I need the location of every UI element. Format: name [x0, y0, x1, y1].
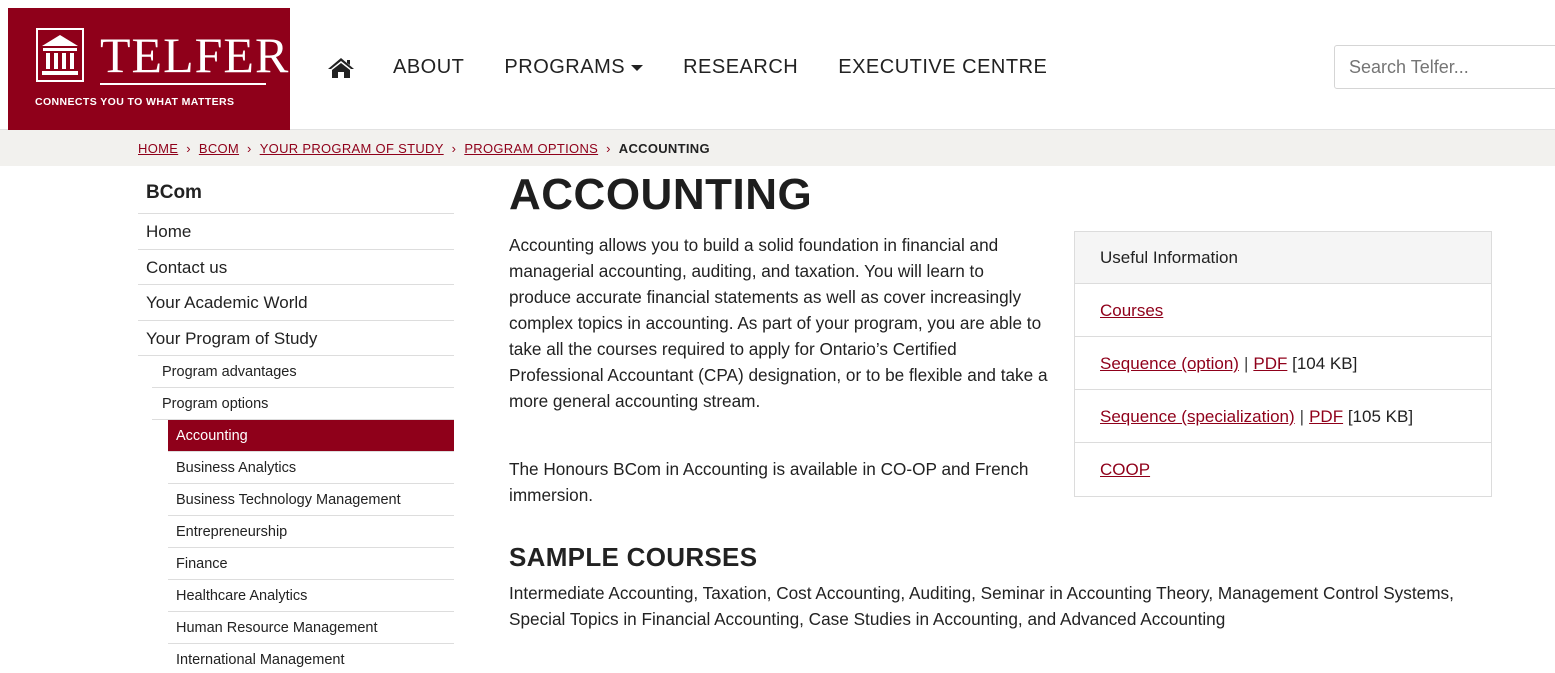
- breadcrumb-home[interactable]: HOME: [138, 141, 178, 156]
- sidebar-item-accounting[interactable]: Accounting: [168, 420, 454, 452]
- nav-about[interactable]: ABOUT: [393, 56, 464, 79]
- sidebar-item-business-analytics[interactable]: Business Analytics: [168, 452, 454, 484]
- telfer-logo[interactable]: TELFER CONNECTS YOU TO WHAT MATTERS: [8, 8, 290, 130]
- sequence-specialization-size: [105 KB]: [1347, 407, 1414, 426]
- sidebar-item-human-resource-management[interactable]: Human Resource Management: [168, 612, 454, 644]
- sidebar-item-contact-us[interactable]: Contact us: [138, 250, 454, 285]
- info-row-courses: Courses: [1075, 284, 1491, 337]
- home-icon[interactable]: [327, 57, 355, 79]
- breadcrumb-bcom[interactable]: BCOM: [199, 141, 239, 156]
- breadcrumb-separator: ›: [186, 140, 191, 156]
- site-header: TELFER CONNECTS YOU TO WHAT MATTERS ABOU…: [0, 0, 1555, 130]
- sidebar-item-academic-world[interactable]: Your Academic World: [138, 285, 454, 321]
- breadcrumb-separator: ›: [247, 140, 252, 156]
- sidebar: BCom Home Contact us Your Academic World…: [138, 176, 454, 673]
- breadcrumb-separator: ›: [451, 140, 457, 156]
- sidebar-item-home[interactable]: Home: [138, 214, 454, 250]
- breadcrumb-program-of-study[interactable]: YOUR PROGRAM OF STUDY: [260, 141, 444, 156]
- logo-divider: [100, 83, 266, 85]
- breadcrumb-program-options[interactable]: PROGRAM OPTIONS: [464, 141, 598, 156]
- info-separator: |: [1299, 407, 1305, 426]
- sequence-option-pdf-link[interactable]: PDF: [1253, 354, 1287, 373]
- courses-link[interactable]: Courses: [1100, 301, 1163, 320]
- useful-information-heading: Useful Information: [1075, 232, 1491, 284]
- logo-tagline: CONNECTS YOU TO WHAT MATTERS: [35, 96, 235, 108]
- info-separator: |: [1243, 354, 1249, 373]
- nav-programs[interactable]: PROGRAMS: [504, 56, 644, 79]
- sidebar-item-program-options[interactable]: Program options: [152, 388, 454, 420]
- sidebar-item-finance[interactable]: Finance: [168, 548, 454, 580]
- main-nav: ABOUT PROGRAMS RESEARCH EXECUTIVE CENTRE: [327, 56, 1087, 79]
- sample-courses-text: Intermediate Accounting, Taxation, Cost …: [509, 583, 1454, 629]
- sidebar-title: BCom: [138, 176, 454, 214]
- search-input[interactable]: [1334, 45, 1555, 89]
- sequence-specialization-link[interactable]: Sequence (specialization): [1100, 407, 1295, 426]
- sidebar-submenu: Program advantages Program options Accou…: [152, 356, 454, 673]
- main-content: ACCOUNTING Accounting allows you to buil…: [509, 170, 1469, 629]
- sidebar-item-business-technology-management[interactable]: Business Technology Management: [168, 484, 454, 516]
- sidebar-options-menu: Accounting Business Analytics Business T…: [168, 420, 454, 673]
- nav-executive-centre[interactable]: EXECUTIVE CENTRE: [838, 56, 1047, 79]
- building-icon: [36, 28, 84, 82]
- sample-courses-heading: SAMPLE COURSES: [509, 542, 758, 572]
- info-row-sequence-option: Sequence (option) | PDF [104 KB]: [1075, 337, 1491, 390]
- sequence-option-link[interactable]: Sequence (option): [1100, 354, 1239, 373]
- info-row-coop: COOP: [1075, 443, 1491, 496]
- sidebar-item-entrepreneurship[interactable]: Entrepreneurship: [168, 516, 454, 548]
- sequence-option-size: [104 KB]: [1292, 354, 1358, 373]
- logo-wordmark: TELFER: [100, 27, 290, 83]
- info-row-sequence-specialization: Sequence (specialization) | PDF [105 KB]: [1075, 390, 1491, 443]
- sidebar-item-healthcare-analytics[interactable]: Healthcare Analytics: [168, 580, 454, 612]
- coop-link[interactable]: COOP: [1100, 460, 1150, 479]
- useful-information-panel: Useful Information Courses Sequence (opt…: [1074, 231, 1492, 497]
- intro-paragraph: Accounting allows you to build a solid f…: [509, 235, 1048, 411]
- page-title: ACCOUNTING: [509, 170, 813, 219]
- sidebar-item-international-management[interactable]: International Management: [168, 644, 454, 673]
- breadcrumb-current: ACCOUNTING: [618, 140, 710, 156]
- breadcrumb-separator: ›: [606, 140, 611, 156]
- breadcrumb: HOME › BCOM › YOUR PROGRAM OF STUDY › PR…: [0, 130, 1555, 166]
- honours-paragraph: The Honours BCom in Accounting is availa…: [509, 459, 1029, 505]
- sidebar-item-program-advantages[interactable]: Program advantages: [152, 356, 454, 388]
- caret-down-icon: [631, 64, 644, 71]
- sidebar-item-program-of-study[interactable]: Your Program of Study: [138, 321, 454, 356]
- nav-programs-label: PROGRAMS: [504, 56, 626, 78]
- nav-research[interactable]: RESEARCH: [683, 56, 798, 79]
- sequence-specialization-pdf-link[interactable]: PDF: [1309, 407, 1343, 426]
